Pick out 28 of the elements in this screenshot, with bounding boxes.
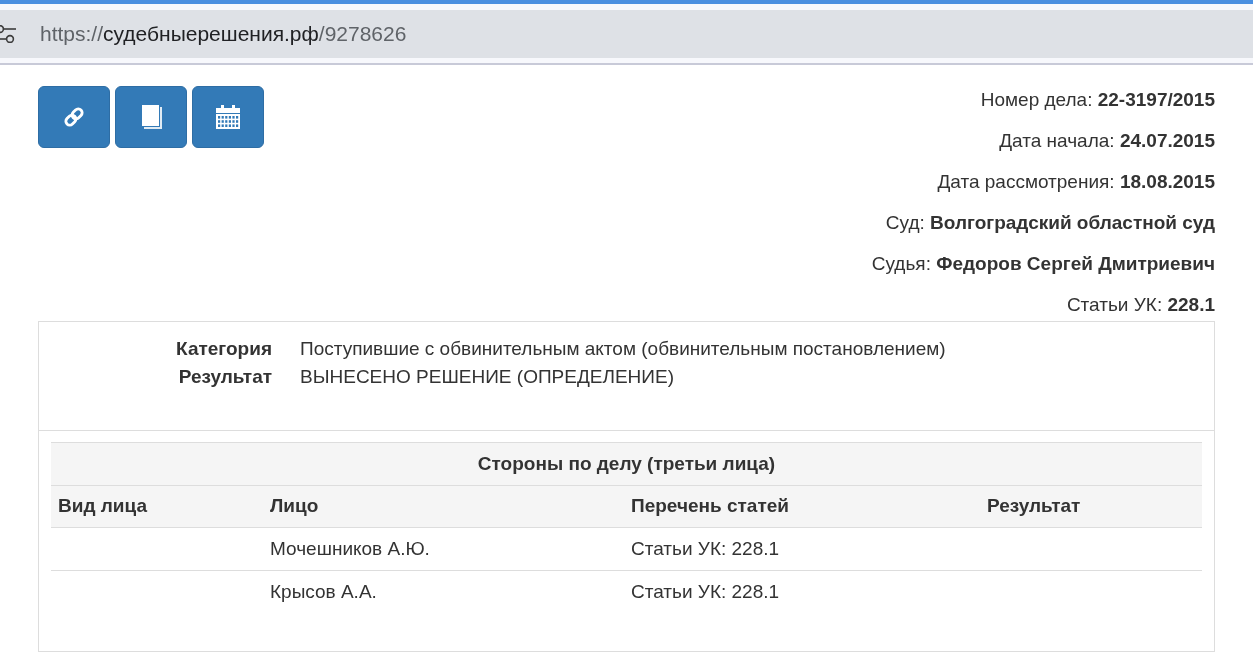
address-bar[interactable]: https://судебныерешения.рф/9278626 (0, 10, 1253, 58)
field-value: Поступившие с обвинительным актом (обвинительным постановлением) (300, 337, 947, 361)
settings-sliders-icon[interactable] (0, 25, 16, 43)
column-header: Вид лица (58, 495, 147, 517)
table-cell: Мочешников А.Ю. (270, 537, 430, 559)
url-text[interactable]: https://судебныерешения.рф/9278626 (40, 18, 407, 50)
link-button[interactable] (38, 86, 110, 148)
column-header: Результат (987, 495, 1081, 517)
chain-link-icon (63, 106, 85, 128)
field-value: ВЫНЕСЕНО РЕШЕНИЕ (ОПРЕДЕЛЕНИЕ) (300, 365, 675, 389)
column-header: Лицо (270, 495, 319, 517)
table-title: Стороны по делу (третьи лица) (477, 452, 776, 474)
case-info-line: Номер дела: 22-3197/2015 (980, 88, 1215, 112)
case-info-line: Дата рассмотрения: 18.08.2015 (937, 170, 1215, 194)
case-info-line: Судья: Федоров Сергей Дмитриевич (871, 252, 1215, 276)
table-cell: Статьи УК: 228.1 (631, 581, 780, 602)
field-label: Результат (177, 365, 272, 389)
book-icon (140, 105, 162, 129)
calendar-icon (216, 105, 240, 129)
field-label: Категория (175, 337, 272, 361)
case-info-line: Суд: Волгоградский областной суд (885, 211, 1215, 235)
case-info-line: Дата начала: 24.07.2015 (999, 129, 1215, 153)
table-cell: Крысов А.А. (270, 581, 377, 602)
case-info-line: Статьи УК: 228.1 (1066, 293, 1215, 317)
column-header: Перечень статей (631, 495, 789, 517)
table-cell: Статьи УК: 228.1 (631, 537, 780, 559)
calendar-button[interactable] (192, 86, 264, 148)
book-button[interactable] (115, 86, 187, 148)
